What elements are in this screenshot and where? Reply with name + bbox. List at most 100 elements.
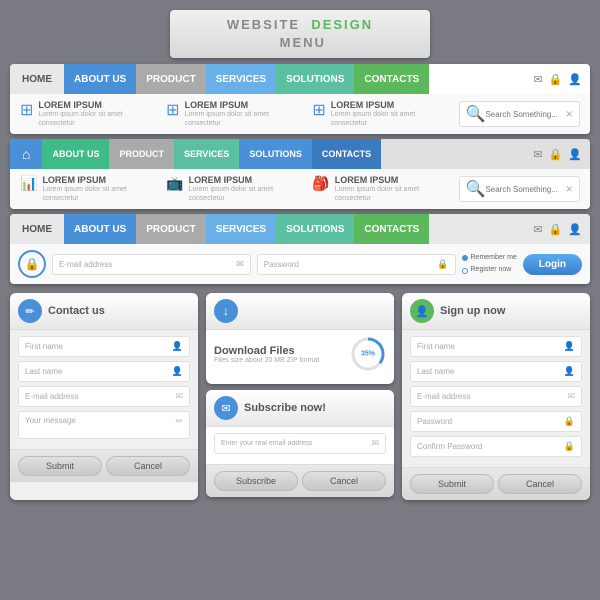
nav-solutions-2[interactable]: SOLUTIONS bbox=[239, 139, 312, 169]
email-field[interactable]: E-mail address ✉ bbox=[52, 254, 251, 275]
search-icon: 🔍 bbox=[466, 104, 486, 124]
first-name-label: First name bbox=[25, 342, 63, 351]
nav-product-1[interactable]: PRODUCT bbox=[136, 64, 205, 94]
password-placeholder: Password bbox=[264, 260, 299, 269]
content-item-1: ⊞ LOREM IPSUM Lorem ipsum dolor sit amet… bbox=[20, 100, 156, 128]
user-icon-signup: 👤 bbox=[564, 341, 575, 352]
contact-submit-button[interactable]: Submit bbox=[18, 456, 102, 476]
lorem-sub-5: Lorem ipsum dolor sit amet consectetur bbox=[189, 185, 303, 203]
contact-first-name[interactable]: First name 👤 bbox=[18, 336, 190, 357]
signup-submit-button[interactable]: Submit bbox=[410, 474, 494, 494]
remember-label: Remember me bbox=[471, 252, 517, 265]
signup-footer: Submit Cancel bbox=[402, 467, 590, 500]
bag-icon: 🎒 bbox=[312, 175, 329, 192]
download-subtitle: Files size about 20 MB ZIP format bbox=[214, 357, 319, 364]
signup-email[interactable]: E-mail address ✉ bbox=[410, 386, 582, 407]
signup-password[interactable]: Password 🔒 bbox=[410, 411, 582, 432]
lorem-title-5: LOREM IPSUM bbox=[189, 175, 303, 185]
title-part3: MENU bbox=[280, 35, 326, 50]
panels-row: ✏ Contact us First name 👤 Last name 👤 E-… bbox=[10, 293, 590, 500]
message-label: Your message bbox=[25, 416, 76, 425]
nav-solutions-3[interactable]: SOLUTIONS bbox=[276, 214, 354, 244]
contact-panel: ✏ Contact us First name 👤 Last name 👤 E-… bbox=[10, 293, 198, 500]
nav-section-1: HOME ABOUT US PRODUCT SERVICES SOLUTIONS… bbox=[10, 64, 590, 134]
nav-about-2[interactable]: ABOUT US bbox=[42, 139, 109, 169]
register-radio[interactable] bbox=[462, 268, 468, 274]
register-label: Register now bbox=[471, 264, 512, 277]
nav-contacts-3[interactable]: CONTACTS bbox=[354, 214, 429, 244]
lock-icon-signup: 🔒 bbox=[564, 416, 575, 427]
signup-icon-circle: 👤 bbox=[410, 299, 434, 323]
grid-icon: ⊞ bbox=[20, 100, 33, 120]
lock-field-icon: 🔒 bbox=[437, 259, 448, 270]
mail-field-icon: ✉ bbox=[236, 259, 244, 270]
nav-about-3[interactable]: ABOUT US bbox=[64, 214, 136, 244]
lock-icon-signup2: 🔒 bbox=[564, 441, 575, 452]
search-box-1[interactable]: 🔍 ✕ bbox=[459, 101, 580, 127]
signup-header: 👤 Sign up now bbox=[402, 293, 590, 330]
nav-contacts-1[interactable]: CONTACTS bbox=[354, 64, 429, 94]
mail-icon-3: ✉ bbox=[533, 223, 542, 236]
nav-home-3[interactable]: HOME bbox=[10, 214, 64, 244]
nav-section-3: HOME ABOUT US PRODUCT SERVICES SOLUTIONS… bbox=[10, 214, 590, 284]
nav-product-2[interactable]: PRODUCT bbox=[109, 139, 174, 169]
contact-body: First name 👤 Last name 👤 E-mail address … bbox=[10, 330, 198, 449]
lorem-sub-3: Lorem ipsum dolor sit amet consectetur bbox=[331, 110, 449, 128]
title-text: WEBSITE DESIGN MENU bbox=[227, 17, 373, 50]
signup-cancel-button[interactable]: Cancel bbox=[498, 474, 582, 494]
user-icon: 👤 bbox=[568, 73, 582, 86]
subscribe-icon-circle: ✉ bbox=[214, 396, 238, 420]
password-field[interactable]: Password 🔒 bbox=[257, 254, 456, 275]
contact-header: ✏ Contact us bbox=[10, 293, 198, 330]
user-icon-3: 👤 bbox=[568, 223, 582, 236]
signup-first-name[interactable]: First name 👤 bbox=[410, 336, 582, 357]
content-item-4: 📊 LOREM IPSUM Lorem ipsum dolor sit amet… bbox=[20, 175, 156, 203]
signup-password-label: Password bbox=[417, 417, 452, 426]
last-name-label: Last name bbox=[25, 367, 62, 376]
nav-contacts-2[interactable]: CONTACTS bbox=[312, 139, 381, 169]
subscribe-email-input[interactable]: Enter your real email address ✉ bbox=[214, 433, 386, 454]
subscribe-header: ✉ Subscribe now! bbox=[206, 390, 394, 427]
navbar-2: ⌂ ABOUT US PRODUCT SERVICES SOLUTIONS CO… bbox=[10, 139, 590, 169]
nav-about-1[interactable]: ABOUT US bbox=[64, 64, 136, 94]
nav-home-1[interactable]: HOME bbox=[10, 64, 64, 94]
signup-confirm-password[interactable]: Confirm Password 🔒 bbox=[410, 436, 582, 457]
nav-solutions-1[interactable]: SOLUTIONS bbox=[276, 64, 354, 94]
nav-home-icon-2[interactable]: ⌂ bbox=[10, 139, 42, 169]
mail-icon-subscribe: ✉ bbox=[371, 438, 379, 449]
nav-icons-2: ✉ 🔒 👤 bbox=[533, 139, 590, 169]
contact-last-name[interactable]: Last name 👤 bbox=[18, 361, 190, 382]
nav-services-1[interactable]: SERVICES bbox=[206, 64, 276, 94]
pencil-icon: ✏ bbox=[25, 305, 34, 318]
signup-last-name[interactable]: Last name 👤 bbox=[410, 361, 582, 382]
signup-panel: 👤 Sign up now First name 👤 Last name 👤 E… bbox=[402, 293, 590, 500]
page-title-bar: WEBSITE DESIGN MENU bbox=[170, 10, 430, 58]
login-lock-icon: 🔒 bbox=[18, 250, 46, 278]
pencil-icon-form: ✏ bbox=[175, 416, 183, 427]
search-icon-2: 🔍 bbox=[466, 179, 486, 199]
content-item-5: 📺 LOREM IPSUM Lorem ipsum dolor sit amet… bbox=[166, 175, 302, 203]
search-box-2[interactable]: 🔍 ✕ bbox=[459, 176, 580, 202]
nav-services-2[interactable]: SERVICES bbox=[174, 139, 239, 169]
nav-services-3[interactable]: SERVICES bbox=[206, 214, 276, 244]
signup-last-label: Last name bbox=[417, 367, 454, 376]
clear-icon[interactable]: ✕ bbox=[565, 109, 573, 120]
clear-icon-2[interactable]: ✕ bbox=[565, 184, 573, 195]
search-input-1[interactable] bbox=[485, 110, 565, 119]
login-button[interactable]: Login bbox=[523, 254, 582, 275]
contact-cancel-button[interactable]: Cancel bbox=[106, 456, 190, 476]
tv-icon: 📺 bbox=[166, 175, 183, 192]
subscribe-footer: Subscribe Cancel bbox=[206, 464, 394, 497]
remember-radio[interactable] bbox=[462, 255, 468, 261]
search-input-2[interactable] bbox=[485, 185, 565, 194]
subscribe-button[interactable]: Subscribe bbox=[214, 471, 298, 491]
user-icon-form2: 👤 bbox=[172, 366, 183, 377]
subscribe-cancel-button[interactable]: Cancel bbox=[302, 471, 386, 491]
nav-product-3[interactable]: PRODUCT bbox=[136, 214, 205, 244]
contact-message[interactable]: Your message ✏ bbox=[18, 411, 190, 439]
lorem-sub-6: Lorem ipsum dolor sit amet consectetur bbox=[335, 185, 449, 203]
navbar-3: HOME ABOUT US PRODUCT SERVICES SOLUTIONS… bbox=[10, 214, 590, 244]
lorem-title-3: LOREM IPSUM bbox=[331, 100, 449, 110]
contact-email[interactable]: E-mail address ✉ bbox=[18, 386, 190, 407]
user-icon-2: 👤 bbox=[568, 148, 582, 161]
